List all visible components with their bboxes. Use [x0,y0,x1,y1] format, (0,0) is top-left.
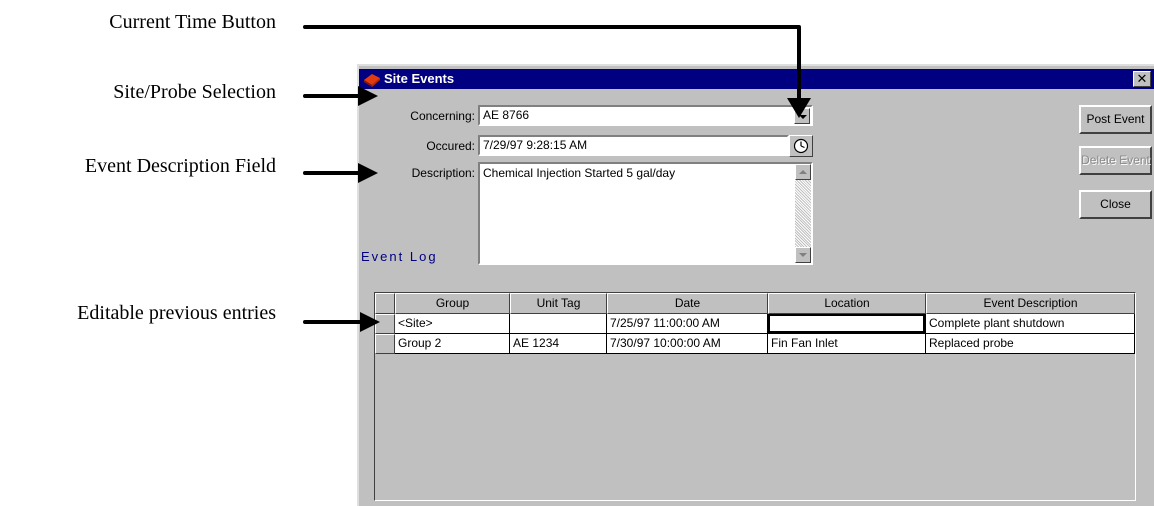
row-selector[interactable] [375,334,395,354]
callout-current-time-button: Current Time Button [109,11,276,33]
title-bar[interactable]: Site Events ✕ [359,69,1154,89]
event-log-grid: Group Unit Tag Date Location Event Descr… [374,292,1136,501]
window-title: Site Events [384,71,455,86]
cell-event-description[interactable]: Complete plant shutdown [926,314,1135,334]
cell-date[interactable]: 7/25/97 11:00:00 AM [607,314,768,334]
cell-unit-tag[interactable]: AE 1234 [510,334,607,354]
occured-field[interactable]: 7/29/97 9:28:15 AM [478,135,789,156]
cell-location[interactable]: Fin Fan Inlet [768,334,926,354]
clock-icon [793,138,809,154]
cell-unit-tag[interactable] [510,314,607,334]
concerning-label: Concerning: [410,109,475,123]
row-selector[interactable] [375,314,395,334]
description-value: Chemical Injection Started 5 gal/day [483,166,676,180]
cell-location-editor[interactable] [768,314,926,334]
delete-event-button[interactable]: Delete Event [1079,146,1152,175]
cell-date[interactable]: 7/30/97 10:00:00 AM [607,334,768,354]
callout-editable-previous-entries: Editable previous entries [77,302,276,324]
close-button[interactable]: Close [1079,190,1152,219]
chevron-down-icon[interactable] [794,108,810,124]
scroll-down-icon[interactable] [795,247,811,263]
cell-event-description[interactable]: Replaced probe [926,334,1135,354]
concerning-combo[interactable]: AE 8766 [478,105,813,126]
occured-value: 7/29/97 9:28:15 AM [483,138,588,152]
cell-group[interactable]: Group 2 [395,334,510,354]
scroll-track[interactable] [795,180,811,247]
column-header-unit-tag[interactable]: Unit Tag [510,293,607,314]
site-events-dialog: Site Events ✕ Concerning: AE 8766 Occure… [357,64,1154,506]
occured-label: Occured: [426,139,475,153]
column-header-date[interactable]: Date [607,293,768,314]
current-time-button[interactable] [789,135,813,157]
column-header-event-description[interactable]: Event Description [926,293,1135,314]
callout-event-description-field: Event Description Field [84,155,276,177]
concerning-value: AE 8766 [483,108,530,122]
event-log-caption: Event Log [361,249,438,264]
header-corner [375,293,395,314]
cell-group[interactable]: <Site> [395,314,510,334]
callout-site-probe-selection: Site/Probe Selection [113,81,276,103]
column-header-location[interactable]: Location [768,293,926,314]
column-header-group[interactable]: Group [395,293,510,314]
app-book-icon [364,74,380,87]
scroll-up-icon[interactable] [795,164,811,180]
post-event-button[interactable]: Post Event [1079,105,1152,134]
window-close-button[interactable]: ✕ [1133,71,1151,87]
description-label: Description: [411,166,475,180]
description-field[interactable]: Chemical Injection Started 5 gal/day [478,162,813,265]
description-scrollbar[interactable] [795,164,811,263]
